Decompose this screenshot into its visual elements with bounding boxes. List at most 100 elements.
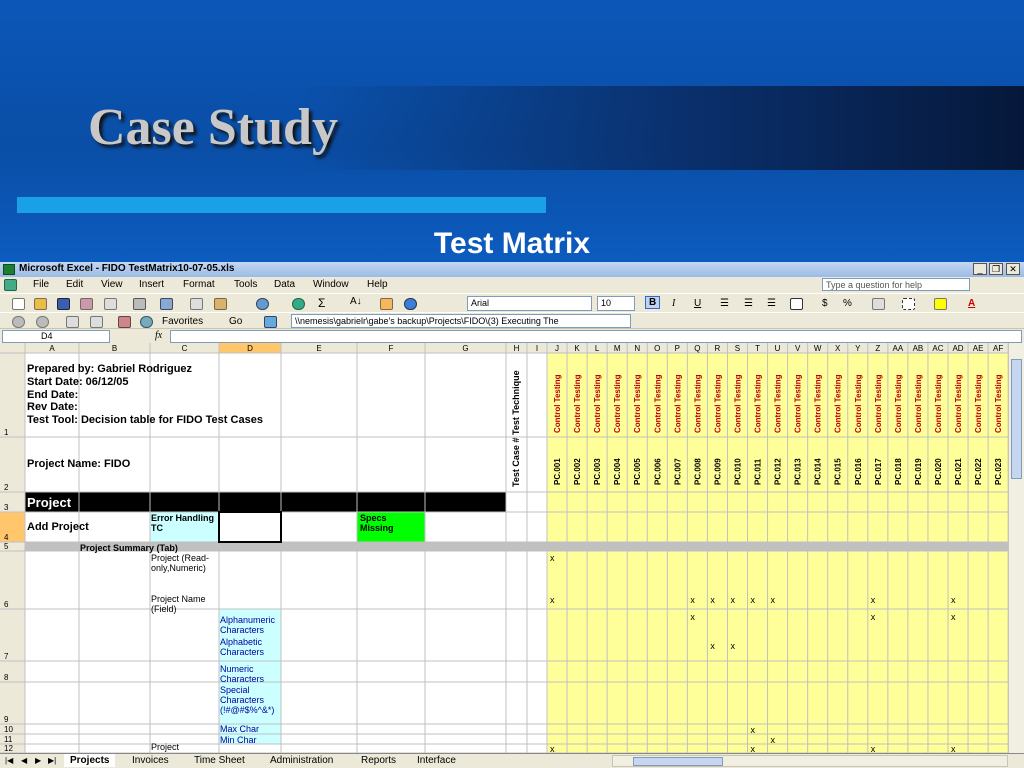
percent-button[interactable]: % <box>843 298 852 309</box>
home-icon[interactable] <box>118 316 131 328</box>
tab-time-sheet[interactable]: Time Sheet <box>188 754 251 767</box>
menu-edit[interactable]: Edit <box>66 279 83 290</box>
x-mark: x <box>871 595 876 605</box>
menu-help[interactable]: Help <box>367 279 388 290</box>
test-case-id: PC.011 <box>754 458 763 485</box>
address-field[interactable]: \\nemesis\gabrielr\gabe's backup\Project… <box>291 314 631 328</box>
italic-button[interactable]: I <box>672 298 675 309</box>
borders-icon[interactable] <box>902 298 915 310</box>
tab-administration[interactable]: Administration <box>264 754 339 767</box>
technique-label: Control Testing <box>693 374 702 433</box>
research-icon[interactable] <box>160 298 173 310</box>
align-left-icon[interactable]: ☰ <box>720 298 729 309</box>
hyperlink-icon[interactable] <box>292 298 305 310</box>
specs-missing-cell: Specs Missing <box>360 513 394 533</box>
align-right-icon[interactable]: ☰ <box>767 298 776 309</box>
fill-color-icon[interactable] <box>934 298 947 310</box>
underline-button[interactable]: U <box>694 298 701 309</box>
tab-reports[interactable]: Reports <box>355 754 402 767</box>
font-color-icon[interactable]: A <box>968 298 975 309</box>
paste-icon[interactable] <box>214 298 227 310</box>
merge-center-icon[interactable] <box>790 298 803 310</box>
name-box[interactable]: D4 <box>2 330 110 343</box>
search-web-icon[interactable] <box>140 316 153 328</box>
window-title: Microsoft Excel - FIDO TestMatrix10-07-0… <box>19 263 235 274</box>
email-icon[interactable] <box>104 298 117 310</box>
x-mark: x <box>550 595 555 605</box>
next-sheet-icon[interactable]: ▶ <box>35 756 41 765</box>
favorites-menu[interactable]: Favorites <box>162 316 203 327</box>
forward-icon[interactable] <box>36 316 49 328</box>
last-sheet-icon[interactable]: ▶| <box>48 756 56 765</box>
column-letter: X <box>835 344 841 353</box>
currency-button[interactable]: $ <box>822 298 828 309</box>
back-icon[interactable] <box>12 316 25 328</box>
column-letter: F <box>389 344 394 353</box>
row-number: 6 <box>4 600 9 609</box>
help-icon[interactable] <box>404 298 417 310</box>
column-letter: O <box>654 344 660 353</box>
test-case-id: PC.018 <box>894 458 903 485</box>
test-case-id: PC.020 <box>934 458 943 485</box>
tab-interface[interactable]: Interface <box>411 754 462 767</box>
minimize-button[interactable]: _ <box>973 263 987 275</box>
font-select[interactable]: Arial <box>467 296 592 311</box>
horizontal-scroll-thumb[interactable] <box>633 757 723 766</box>
worksheet-grid[interactable]: A B C D E F G H I J K L M N O P Q R S T U V W X Y Z AA AB AC AD AE AF 1 2… <box>0 343 1008 753</box>
row-number: 8 <box>4 673 9 682</box>
menu-file[interactable]: File <box>33 279 49 290</box>
start-date: Start Date: 06/12/05 <box>27 376 129 388</box>
vertical-scrollbar[interactable] <box>1008 343 1024 753</box>
column-letter: AC <box>932 344 943 353</box>
restore-button[interactable]: ❐ <box>989 263 1003 275</box>
question-input[interactable]: Type a question for help <box>822 278 970 291</box>
horizontal-scrollbar[interactable] <box>612 755 1008 767</box>
formula-input[interactable] <box>170 330 1022 343</box>
refresh-icon[interactable] <box>90 316 103 328</box>
menu-view[interactable]: View <box>101 279 123 290</box>
menu-window[interactable]: Window <box>313 279 349 290</box>
tab-projects[interactable]: Projects <box>64 754 116 767</box>
workbook-icon[interactable] <box>4 279 17 291</box>
increase-indent-icon[interactable] <box>872 298 885 310</box>
x-mark: x <box>730 641 735 651</box>
align-center-icon[interactable]: ☰ <box>744 298 753 309</box>
show-web-toolbar-icon[interactable] <box>264 316 277 328</box>
go-menu[interactable]: Go <box>229 316 242 327</box>
print-icon[interactable] <box>133 298 146 310</box>
vertical-scroll-thumb[interactable] <box>1011 359 1022 479</box>
autosum-icon[interactable]: Σ <box>318 296 325 310</box>
chart-wizard-icon[interactable] <box>380 298 393 310</box>
field-project-name: Project Name (Field) <box>151 594 206 614</box>
test-case-id: PC.002 <box>573 458 582 485</box>
first-sheet-icon[interactable]: |◀ <box>5 756 13 765</box>
copy-icon[interactable] <box>190 298 203 310</box>
save-icon[interactable] <box>57 298 70 310</box>
menu-tools[interactable]: Tools <box>234 279 257 290</box>
column-letter: U <box>775 344 781 353</box>
column-letter: AA <box>893 344 904 353</box>
open-icon[interactable] <box>34 298 47 310</box>
technique-label: Control Testing <box>713 374 722 433</box>
prev-sheet-icon[interactable]: ◀ <box>21 756 27 765</box>
bold-button[interactable]: B <box>645 296 661 309</box>
undo-icon[interactable] <box>256 298 269 310</box>
technique-label: Control Testing <box>794 374 803 433</box>
font-size-select[interactable]: 10 <box>597 296 635 311</box>
end-date: End Date: <box>27 389 79 401</box>
column-letter: AD <box>952 344 963 353</box>
close-button[interactable]: ✕ <box>1006 263 1020 275</box>
test-tool: Test Tool: Decision table for FIDO Test … <box>27 414 263 426</box>
sort-ascending-icon[interactable]: A↓ <box>350 296 362 307</box>
new-icon[interactable] <box>12 298 25 310</box>
menu-format[interactable]: Format <box>183 279 215 290</box>
x-mark: x <box>871 744 876 753</box>
column-letter: P <box>675 344 680 353</box>
menu-insert[interactable]: Insert <box>139 279 164 290</box>
permission-icon[interactable] <box>80 298 93 310</box>
stop-icon[interactable] <box>66 316 79 328</box>
window-titlebar[interactable]: Microsoft Excel - FIDO TestMatrix10-07-0… <box>0 262 1024 277</box>
tab-invoices[interactable]: Invoices <box>126 754 175 767</box>
menu-data[interactable]: Data <box>274 279 295 290</box>
fx-label[interactable]: fx <box>155 330 162 341</box>
